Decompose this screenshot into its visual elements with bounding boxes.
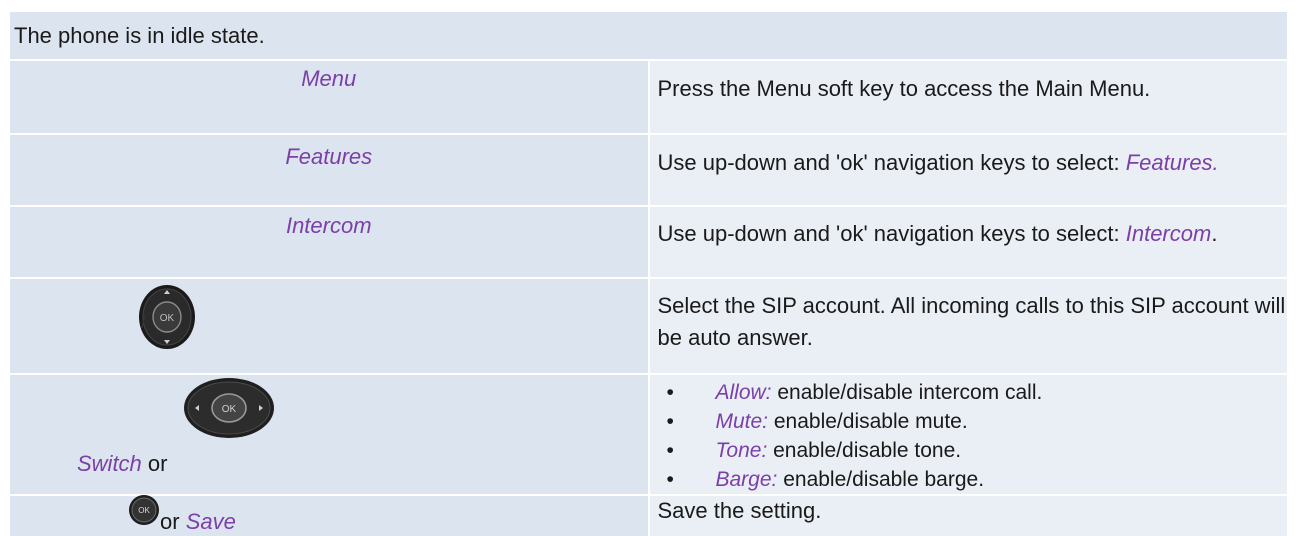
- save-description: Save the setting.: [648, 494, 1287, 536]
- sip-description: Select the SIP account. All incoming cal…: [648, 277, 1287, 374]
- features-desc-text: Use up-down and 'ok' navigation keys to …: [657, 150, 1126, 175]
- list-item: • Barge: enable/disable barge.: [658, 465, 1288, 494]
- instruction-table: The phone is in idle state. Menu Press t…: [10, 10, 1287, 536]
- switch-key-label: Switch or: [77, 451, 168, 476]
- intercom-desc-text: Use up-down and 'ok' navigation keys to …: [657, 221, 1126, 246]
- intercom-desc-italic: Intercom: [1125, 221, 1212, 246]
- table-row: Features Use up-down and 'ok' navigation…: [10, 133, 1287, 206]
- navigation-ok-key-icon: OK: [139, 285, 195, 349]
- features-description: Use up-down and 'ok' navigation keys to …: [648, 133, 1287, 206]
- list-item: • Allow: enable/disable intercom call.: [658, 378, 1288, 407]
- ok-navigation-key-icon: OK: [184, 378, 274, 438]
- slash-separator: /: [141, 312, 147, 332]
- svg-text:OK: OK: [160, 313, 175, 324]
- intercom-description: Use up-down and 'ok' navigation keys to …: [648, 205, 1287, 278]
- list-item: • Tone: enable/disable tone.: [658, 436, 1288, 465]
- table-row: Menu Press the Menu soft key to access t…: [10, 59, 1287, 134]
- bullet-icon: •: [666, 468, 674, 491]
- table-row: Intercom Use up-down and 'ok' navigation…: [10, 205, 1287, 278]
- features-key-label: Features: [285, 144, 373, 169]
- menu-key-label: Menu: [301, 66, 357, 91]
- table-row: Switch or OK • Allow: enable/disable inte…: [10, 373, 1288, 495]
- table-row: OK or Save Save the setting.: [10, 494, 1287, 536]
- features-desc-italic: Features.: [1125, 150, 1219, 175]
- save-key-label: or Save: [160, 509, 236, 534]
- switch-options-list: • Allow: enable/disable intercom call. • M…: [658, 378, 1288, 494]
- svg-text:OK: OK: [222, 404, 237, 415]
- table-header: The phone is in idle state.: [10, 10, 1287, 60]
- ok-key-icon: OK: [129, 495, 159, 525]
- bullet-icon: •: [666, 381, 674, 404]
- bullet-icon: •: [666, 410, 674, 433]
- bullet-icon: •: [666, 439, 674, 462]
- table-row: OK / Select the SIP account. All incomin…: [10, 277, 1287, 374]
- menu-description: Press the Menu soft key to access the Ma…: [648, 59, 1287, 134]
- intercom-key-label: Intercom: [285, 213, 372, 238]
- list-item: • Mute: enable/disable mute.: [658, 407, 1288, 436]
- intercom-desc-suffix: .: [1211, 221, 1218, 246]
